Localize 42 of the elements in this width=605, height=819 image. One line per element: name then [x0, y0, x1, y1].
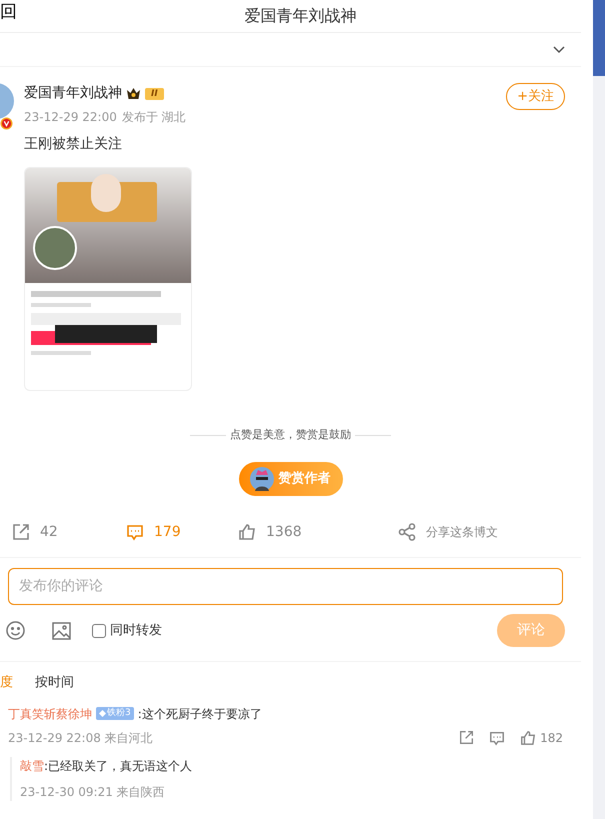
fan-badge: 铁粉3	[96, 706, 134, 720]
comment-action[interactable]: 179	[126, 522, 238, 542]
follow-button[interactable]: +关注	[506, 83, 565, 110]
repost-icon[interactable]	[459, 730, 474, 745]
back-button[interactable]: 回	[0, 0, 17, 26]
repost-action[interactable]: 42	[12, 522, 126, 542]
sort-tab[interactable]: 按时间	[35, 673, 74, 693]
like-icon	[238, 523, 256, 541]
avatar-icon	[248, 466, 274, 492]
post-time: 23-12-29 22:00	[24, 109, 117, 126]
verified-icon	[0, 117, 13, 130]
image-icon[interactable]	[52, 622, 71, 640]
repost-icon	[12, 523, 30, 541]
reply-text: :已经取关了，真无语这个人	[44, 758, 192, 774]
post-text: 王刚被禁止关注	[24, 135, 123, 154]
crown-icon	[126, 87, 141, 100]
checkbox[interactable]	[92, 624, 106, 638]
author-name: 爱国青年刘战神	[24, 84, 122, 103]
comment-text: :这个死厨子终于要凉了	[138, 706, 262, 722]
reply-user: 敲雪	[20, 758, 44, 774]
comment-icon[interactable]	[489, 730, 506, 746]
divider-line	[355, 434, 391, 436]
reply-meta: 23-12-30 09:21 来自陕西	[20, 784, 166, 800]
page-title: 爱国青年刘战神	[244, 5, 356, 27]
comment-meta: 23-12-29 22:08 来自河北	[8, 730, 153, 746]
divider-line	[190, 434, 226, 436]
level-badge: II	[145, 88, 164, 100]
share-action[interactable]: 分享这条博文	[398, 523, 538, 541]
comment-input[interactable]: 发布你的评论	[8, 568, 563, 604]
comment-user: 丁真笑斩蔡徐坤	[8, 706, 92, 722]
like-button[interactable]: 182	[520, 728, 563, 746]
sort-tab[interactable]: 度	[0, 673, 13, 693]
repost-label: 同时转发	[110, 622, 162, 640]
emoji-icon[interactable]	[6, 621, 25, 640]
chevron-down-icon[interactable]	[553, 46, 565, 54]
reward-hint: 点赞是美意，赞赏是鼓励	[230, 427, 351, 443]
comment-icon	[126, 523, 144, 541]
reward-button[interactable]: 赞赏作者	[238, 462, 342, 496]
like-icon	[520, 730, 536, 746]
share-icon	[398, 523, 416, 541]
post-location: 发布于 湖北	[122, 109, 186, 126]
like-action[interactable]: 1368	[238, 522, 398, 542]
